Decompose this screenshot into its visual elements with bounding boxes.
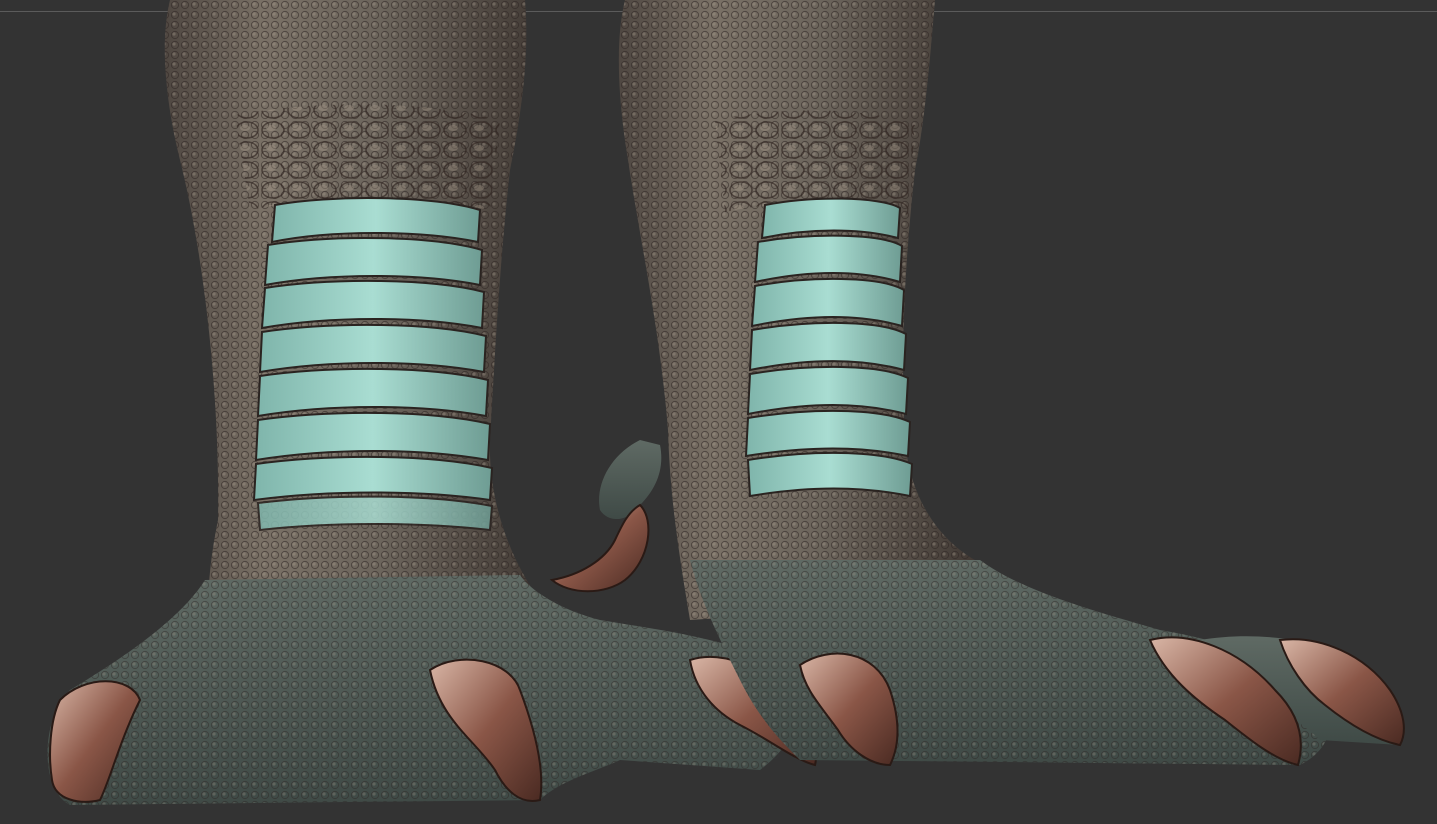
sculpt-render — [47, 0, 1405, 805]
3d-viewport[interactable] — [0, 0, 1437, 824]
right-dewclaw-claw — [549, 503, 650, 593]
right-dewclaw — [599, 440, 662, 520]
